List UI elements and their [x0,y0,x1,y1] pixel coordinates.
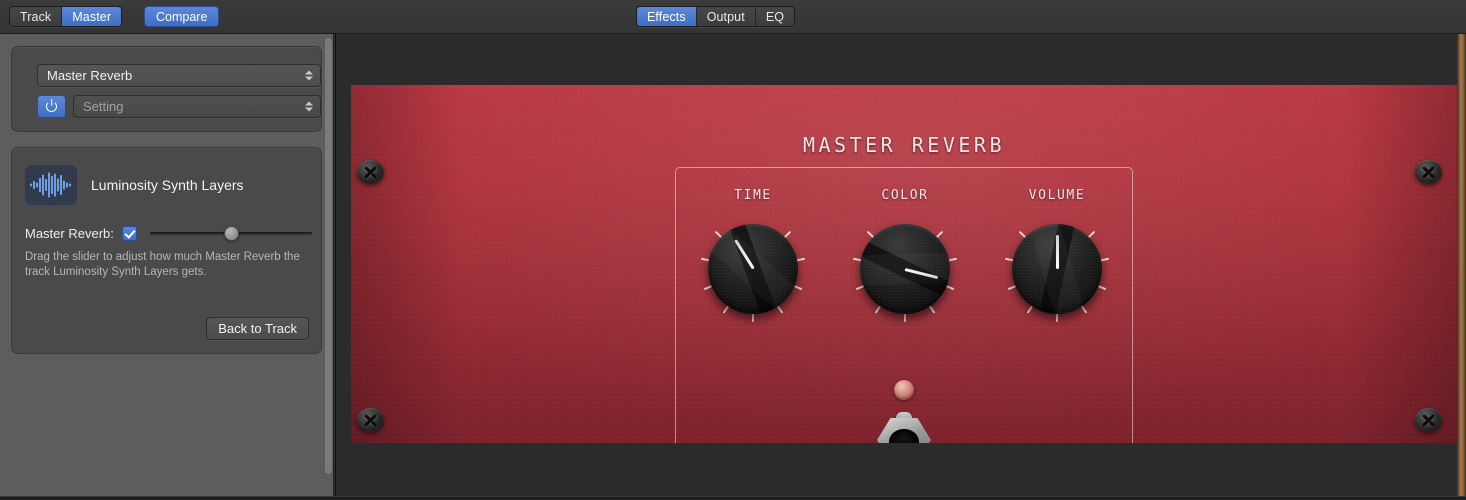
tab-output[interactable]: Output [696,7,756,26]
knob-tick [1056,313,1058,322]
knob-group-color: COLOR [830,188,980,329]
reverb-chassis: MASTER REVERB TIME COLOR VOLUME [351,85,1457,443]
sidebar-scrollbar[interactable] [325,38,332,474]
knob-color[interactable] [860,224,950,314]
left-sidebar: Master Reverb Setting Luminosity Synth L… [0,34,334,500]
status-led [894,380,914,400]
audio-waveform-icon [25,165,77,205]
power-button[interactable] [37,95,66,118]
control-panel: TIME COLOR VOLUME [675,167,1133,443]
knob-label-color: COLOR [881,188,929,203]
knob-wrap-time [693,209,813,329]
back-to-track-button[interactable]: Back to Track [206,317,309,340]
screw-icon [357,160,384,184]
screw-icon [1415,160,1442,184]
hint-text: Drag the slider to adjust how much Maste… [25,251,300,278]
chevron-updown-icon [304,69,313,82]
power-icon [46,101,57,112]
knob-tick [904,313,906,322]
knob-wrap-color [845,209,965,329]
knob-volume[interactable] [1012,224,1102,314]
knob-wrap-volume [997,209,1117,329]
wood-edge [1457,34,1466,500]
send-level-slider[interactable] [149,225,312,241]
knob-tick [752,313,754,322]
tab-track[interactable]: Track [10,7,63,26]
plugin-select[interactable]: Master Reverb [37,64,321,87]
knob-label-volume: VOLUME [1028,188,1086,203]
plugin-select-value: Master Reverb [47,68,133,83]
track-row: Luminosity Synth Layers [25,165,244,205]
track-name: Luminosity Synth Layers [91,177,244,193]
track-send-card: Luminosity Synth Layers Master Reverb: D… [11,147,322,354]
chevron-updown-icon [304,100,313,113]
knob-group-time: TIME [678,188,828,329]
plugin-window: Track Master Compare Effects Output EQ M… [0,0,1466,500]
tab-master[interactable]: Master [62,7,122,26]
view-segmented-control[interactable]: Effects Output EQ [636,6,796,27]
knob-label-time: TIME [734,188,772,203]
send-enable-checkbox[interactable] [121,225,137,241]
plugin-pane: MASTER REVERB TIME COLOR VOLUME [335,34,1466,500]
top-toolbar: Track Master Compare Effects Output EQ [0,0,1466,34]
knob-pointer [1055,235,1059,269]
send-label: Master Reverb: [25,225,114,241]
screw-icon [357,408,384,432]
knob-group-volume: VOLUME [982,188,1132,329]
tab-effects[interactable]: Effects [637,7,697,26]
plugin-header-card: Master Reverb Setting [11,46,322,132]
footswitch[interactable] [877,412,931,443]
plugin-title: MASTER REVERB [802,133,1006,157]
slider-thumb[interactable] [223,226,239,241]
pane-divider [335,34,336,500]
send-row: Master Reverb: [25,225,312,241]
setting-select[interactable]: Setting [73,95,321,118]
screw-icon [1415,408,1442,432]
knob-time[interactable] [708,224,798,314]
tab-eq[interactable]: EQ [755,7,795,26]
compare-button[interactable]: Compare [144,6,220,27]
window-bottom-edge [0,496,1466,500]
setting-select-value: Setting [83,99,124,114]
track-master-segmented-control[interactable]: Track Master [9,6,123,27]
